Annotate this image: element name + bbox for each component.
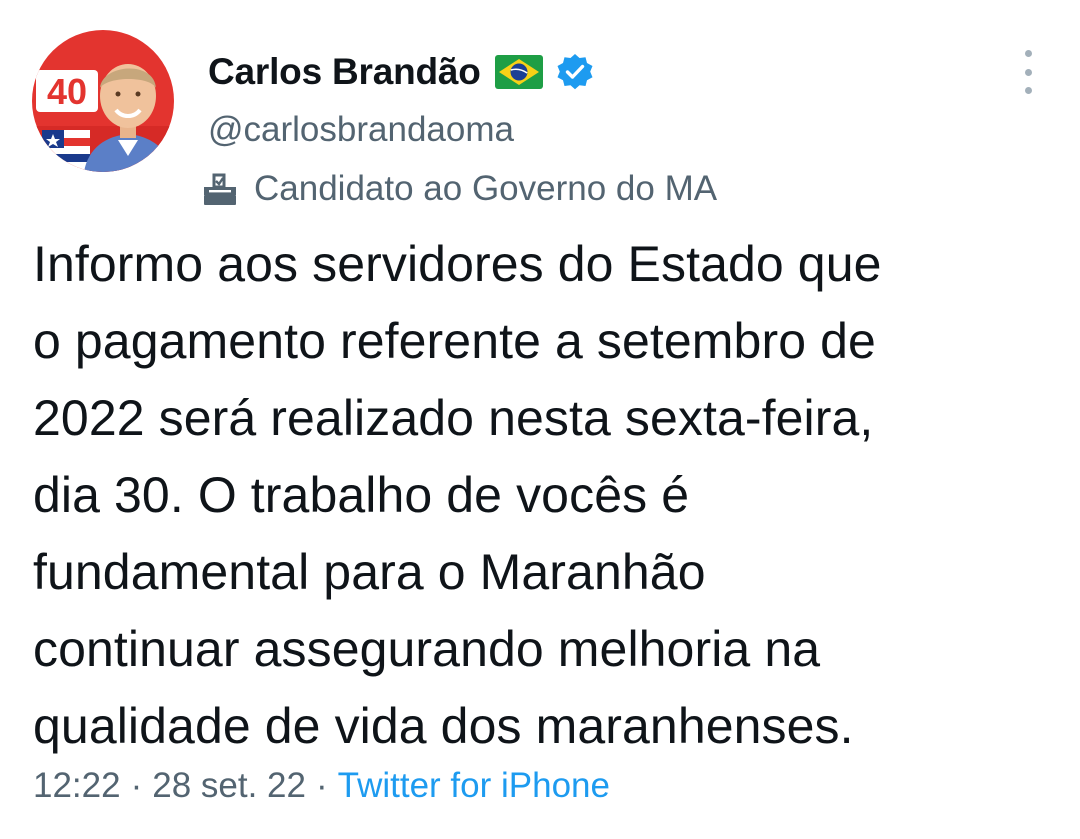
more-dot-icon (1024, 87, 1032, 94)
tweet-text-line: fundamental para o Maranhão (33, 544, 706, 600)
tweet-text-line: Informo aos servidores do Estado que (33, 236, 882, 292)
tweet-text-line: qualidade de vida dos maranhenses. (33, 698, 854, 754)
tweet-text-line: continuar assegurando melhoria na (33, 621, 821, 677)
author-label-text: Candidato ao Governo do MA (254, 169, 718, 208)
display-name[interactable]: Carlos Brandão (208, 51, 481, 93)
more-dot-icon (1024, 68, 1032, 76)
avatar-image: 40 (32, 30, 174, 172)
tweet-text-line: o pagamento referente a setembro de (33, 313, 876, 369)
tweet-date[interactable]: 28 set. 22 (152, 766, 306, 805)
avatar-badge-text: 40 (47, 71, 87, 112)
ballot-box-icon (200, 169, 240, 209)
tweet-time[interactable]: 12:22 (33, 766, 121, 805)
tweet-text: Informo aos servidores do Estado que o p… (33, 226, 1063, 765)
author-handle[interactable]: @carlosbrandaoma (208, 110, 514, 150)
avatar[interactable]: 40 (32, 30, 174, 172)
verified-badge-icon (555, 52, 595, 92)
brazil-flag-icon (494, 55, 543, 89)
more-dot-icon (1024, 50, 1032, 57)
author-label-row: Candidato ao Governo do MA (200, 166, 717, 212)
author-name-row: Carlos Brandão (208, 44, 595, 100)
meta-separator: · (315, 766, 328, 805)
tweet-card: 40 Carlos Brandão @carlosbrandaoma Candi… (0, 0, 1080, 839)
tweet-text-line: 2022 será realizado nesta sexta-feira, (33, 390, 874, 446)
tweet-text-line: dia 30. O trabalho de vocês é (33, 467, 690, 523)
tweet-source-link[interactable]: Twitter for iPhone (338, 766, 610, 805)
more-options-button[interactable] (1008, 50, 1048, 94)
meta-separator: · (130, 766, 143, 805)
tweet-meta: 12:22 · 28 set. 22 · Twitter for iPhone (33, 766, 610, 806)
